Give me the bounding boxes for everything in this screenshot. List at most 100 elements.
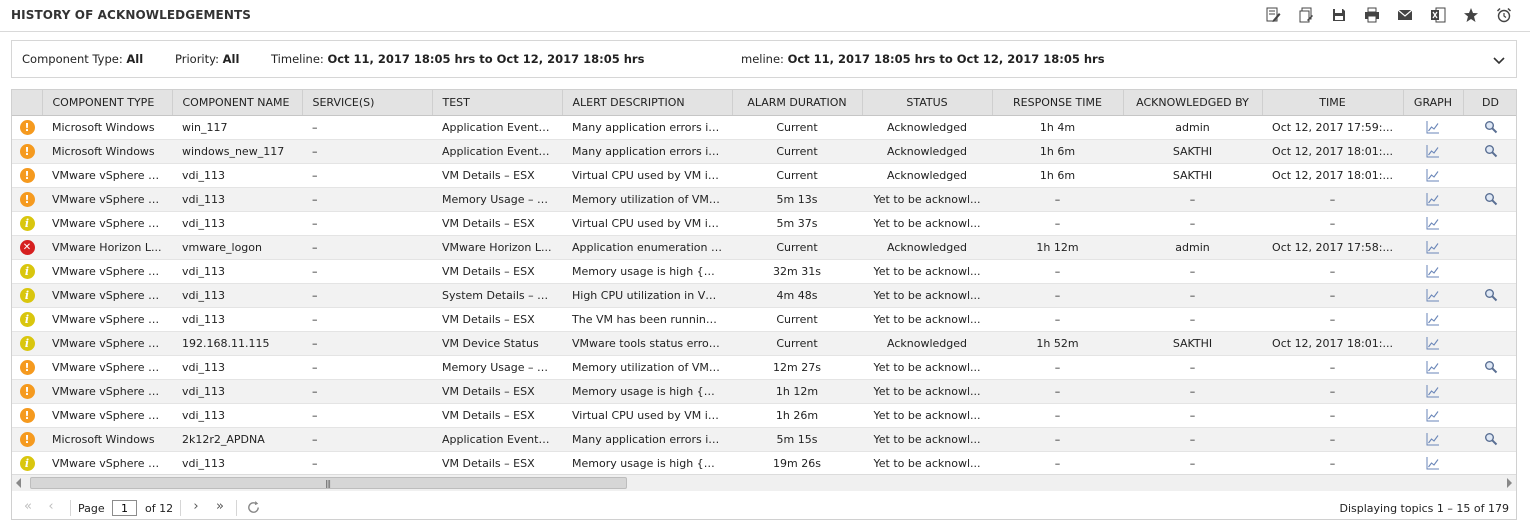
magnifier-icon[interactable] — [1484, 144, 1498, 158]
column-header-acknowledged-by[interactable]: ACKNOWLEDGED BY — [1123, 90, 1263, 116]
column-header-graph[interactable]: GRAPH — [1403, 90, 1464, 116]
table-row[interactable]: i VMware vSphere VDI vdi_113– VM Details – … — [12, 259, 1516, 284]
services-cell: – — [302, 379, 432, 404]
line-graph-icon[interactable] — [1426, 288, 1440, 302]
priority-filter[interactable]: Priority: All — [175, 52, 239, 66]
column-header-alarm-duration[interactable]: ALARM DURATION — [732, 90, 863, 116]
next-page-icon[interactable]: › — [188, 500, 204, 516]
print-icon[interactable] — [1355, 5, 1388, 25]
timeline-filter[interactable]: Timeline: Oct 11, 2017 18:05 hrs to Oct … — [271, 52, 644, 66]
pager-separator — [70, 500, 71, 516]
line-graph-icon[interactable] — [1426, 360, 1440, 374]
scroll-left-arrow[interactable] — [16, 478, 21, 488]
major-alert-icon: ! — [19, 119, 35, 135]
major-alert-icon: ! — [19, 359, 35, 375]
column-header-status[interactable]: STATUS — [862, 90, 993, 116]
copy-report-icon[interactable] — [1289, 5, 1322, 25]
column-header-dd[interactable]: DD — [1463, 90, 1516, 116]
line-graph-icon[interactable] — [1426, 264, 1440, 278]
table-body: ! Microsoft Windows win_117– Application Ev… — [12, 115, 1516, 476]
line-graph-icon[interactable] — [1426, 408, 1440, 422]
alarm-clock-icon[interactable] — [1487, 5, 1520, 25]
services-cell: – — [302, 355, 432, 380]
line-graph-icon[interactable] — [1426, 192, 1440, 206]
line-graph-icon[interactable] — [1426, 168, 1440, 182]
column-header-time[interactable]: TIME — [1262, 90, 1404, 116]
column-header-services[interactable]: SERVICE(S) — [302, 90, 433, 116]
edit-report-icon[interactable] — [1256, 5, 1289, 25]
dd-cell — [1463, 355, 1516, 380]
horizontal-scrollbar[interactable]: ||| — [12, 474, 1516, 491]
alert-description-cell: Many application errors in t... — [562, 139, 732, 164]
email-icon[interactable] — [1388, 5, 1421, 25]
scrollbar-thumb[interactable]: ||| — [30, 477, 627, 489]
excel-export-icon[interactable] — [1421, 5, 1454, 25]
line-graph-icon[interactable] — [1426, 144, 1440, 158]
page-number-input[interactable] — [112, 500, 137, 516]
table-row[interactable]: ! Microsoft Windows 2k12r2_APDNA – Applicati… — [12, 427, 1516, 452]
table-row[interactable]: i VMware vSphere VDI vdi_113– System Detail… — [12, 283, 1516, 308]
table-row[interactable]: ! VMware vSphere VDI vdi_113– VM Details – … — [12, 163, 1516, 188]
favorite-star-icon[interactable] — [1454, 5, 1487, 25]
severity-cell: i — [12, 211, 42, 236]
component-type-cell: VMware vSphere VDI — [42, 355, 172, 380]
column-header-severity[interactable] — [12, 90, 43, 116]
table-row[interactable]: ! Microsoft Windows win_117– Application Ev… — [12, 115, 1516, 140]
column-header-test[interactable]: TEST — [432, 90, 563, 116]
table-row[interactable]: i VMware vSphere VDI 192.168.11.115– VM Dev… — [12, 331, 1516, 356]
test-cell: Memory Usage – VM — [432, 355, 562, 380]
table-row[interactable]: i VMware vSphere VDI vdi_113– VM Details – … — [12, 307, 1516, 332]
priority-value: All — [222, 52, 240, 66]
response-time-cell: – — [992, 187, 1123, 212]
component-name-cell: vdi_113 — [172, 355, 302, 380]
last-page-icon[interactable]: » — [212, 500, 228, 516]
magnifier-icon[interactable] — [1484, 360, 1498, 374]
first-page-icon[interactable]: « — [20, 500, 36, 516]
severity-cell: ! — [12, 115, 42, 140]
table-row[interactable]: ✕ VMware Horizon L... vmware_logon – VMware … — [12, 235, 1516, 260]
line-graph-icon[interactable] — [1426, 120, 1440, 134]
test-cell: VM Details – ESX — [432, 379, 562, 404]
table-row[interactable]: ! VMware vSphere VDI vdi_113– VM Details – … — [12, 379, 1516, 404]
critical-alert-icon: ✕ — [19, 239, 35, 255]
magnifier-icon[interactable] — [1484, 120, 1498, 134]
table-row[interactable]: ! VMware vSphere VDI vdi_113– Memory Usage … — [12, 355, 1516, 380]
scroll-right-arrow[interactable] — [1507, 478, 1512, 488]
line-graph-icon[interactable] — [1426, 336, 1440, 350]
chevron-down-icon[interactable] — [1491, 52, 1507, 68]
line-graph-icon[interactable] — [1426, 456, 1440, 470]
major-alert-icon: ! — [19, 431, 35, 447]
column-header-alert-description[interactable]: ALERT DESCRIPTION — [562, 90, 733, 116]
line-graph-icon[interactable] — [1426, 432, 1440, 446]
acknowledged-by-cell: – — [1123, 379, 1262, 404]
save-icon[interactable] — [1322, 5, 1355, 25]
time-cell: – — [1262, 379, 1403, 404]
column-header-component-name[interactable]: COMPONENT NAME — [172, 90, 303, 116]
component-name-cell: vdi_113 — [172, 307, 302, 332]
table-row[interactable]: ! Microsoft Windows windows_new_117– Applic… — [12, 139, 1516, 164]
table-row[interactable]: i VMware vSphere VDI vdi_113– VM Details – … — [12, 211, 1516, 236]
acknowledged-by-cell: – — [1123, 259, 1262, 284]
time-cell: – — [1262, 283, 1403, 308]
component-type-filter[interactable]: Component Type: All — [22, 52, 143, 66]
line-graph-icon[interactable] — [1426, 384, 1440, 398]
dd-cell — [1463, 259, 1516, 284]
table-row[interactable]: i VMware vSphere VDI vdi_113– VM Details – … — [12, 451, 1516, 476]
magnifier-icon[interactable] — [1484, 432, 1498, 446]
major-alert-icon: ! — [19, 191, 35, 207]
column-header-component-type[interactable]: COMPONENT TYPE — [42, 90, 173, 116]
alert-description-cell: High CPU utilization in VM {... — [562, 283, 732, 308]
timeline-duplicate-label: meline: — [741, 52, 784, 66]
line-graph-icon[interactable] — [1426, 240, 1440, 254]
previous-page-icon[interactable]: ‹ — [43, 500, 59, 516]
time-cell: – — [1262, 211, 1403, 236]
line-graph-icon[interactable] — [1426, 216, 1440, 230]
magnifier-icon[interactable] — [1484, 192, 1498, 206]
line-graph-icon[interactable] — [1426, 312, 1440, 326]
refresh-icon[interactable] — [245, 500, 261, 516]
status-cell: Acknowledged — [862, 115, 992, 140]
column-header-response-time[interactable]: RESPONSE TIME — [992, 90, 1124, 116]
table-row[interactable]: ! VMware vSphere VDI vdi_113– Memory Usage … — [12, 187, 1516, 212]
table-row[interactable]: ! VMware vSphere VDI vdi_113– VM Details – … — [12, 403, 1516, 428]
magnifier-icon[interactable] — [1484, 288, 1498, 302]
